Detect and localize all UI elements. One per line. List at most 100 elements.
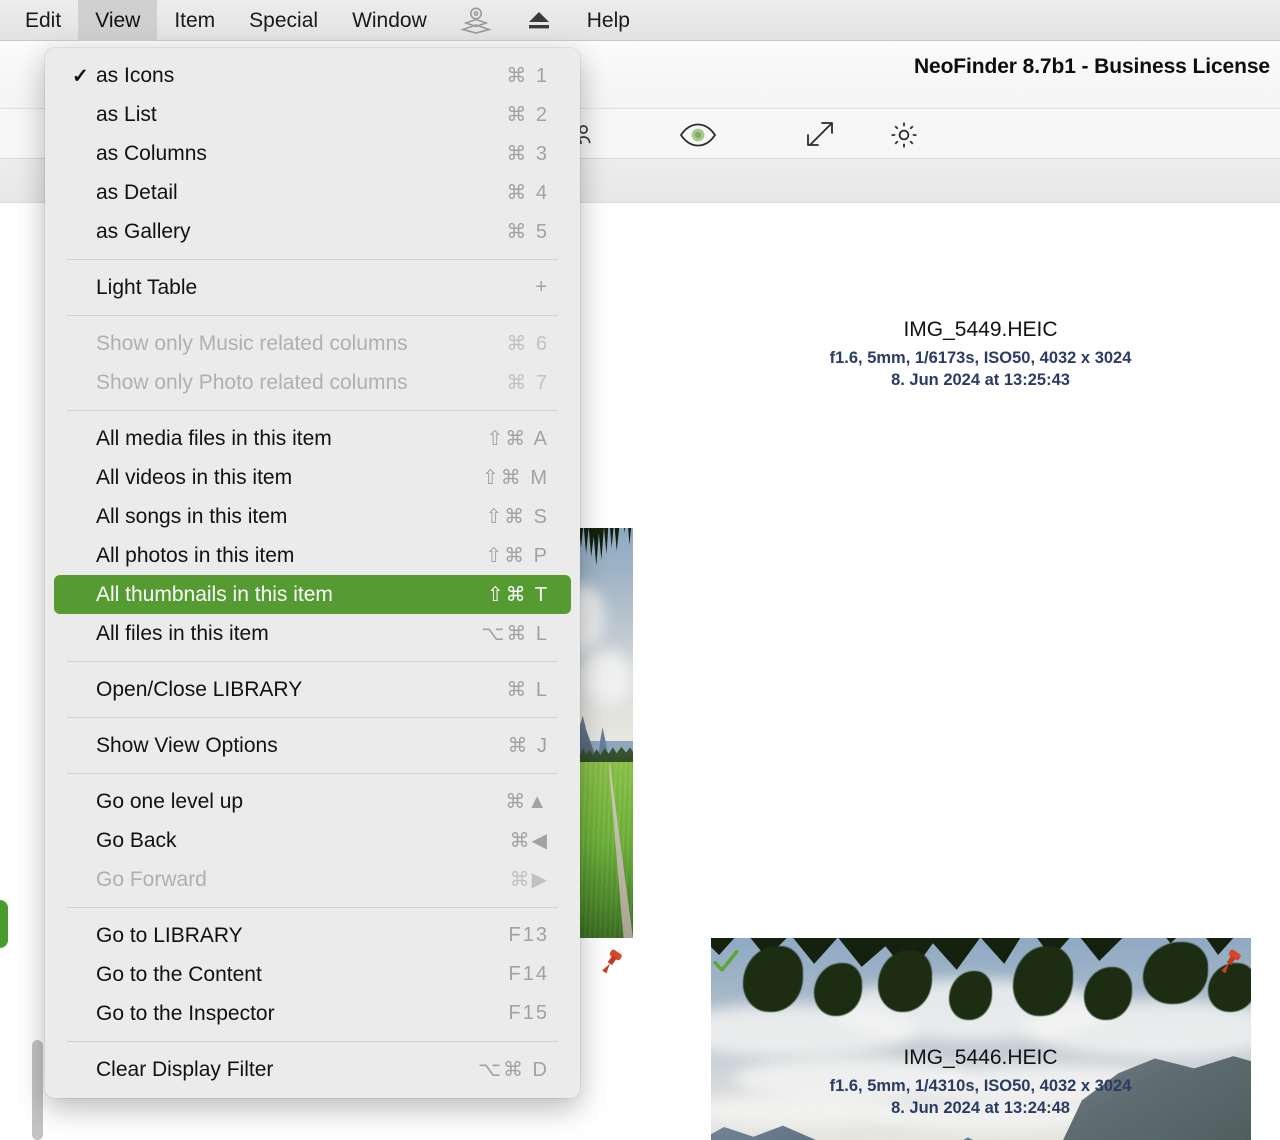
menu-bar[interactable]: Edit View Item Special Window Help	[0, 0, 1280, 41]
menu-item-label: All media files in this item	[96, 427, 486, 451]
content-item-cell[interactable]: IMG_5449.HEIC f1.6, 5mm, 1/6173s, ISO50,…	[711, 318, 1250, 390]
menu-item[interactable]: Go to the ContentF14	[54, 955, 571, 994]
expand-icon[interactable]	[798, 117, 842, 153]
menu-item-label: Show only Photo related columns	[96, 371, 489, 395]
menu-item[interactable]: as List⌘ 2	[54, 95, 571, 134]
menu-item[interactable]: Go Back⌘◀	[54, 821, 571, 860]
check-mark-marker[interactable]	[711, 947, 741, 977]
menu-item-shortcut: ⇧⌘ M	[482, 465, 549, 490]
scrollbar-thumb[interactable]	[32, 1040, 43, 1140]
menu-item-label: Go to the Content	[96, 963, 489, 987]
menu-item[interactable]: Go one level up⌘▲	[54, 782, 571, 821]
file-exif: f1.6, 5mm, 1/6173s, ISO50, 4032 x 3024	[711, 349, 1250, 368]
menu-item-label: Light Table	[96, 276, 489, 300]
menu-item[interactable]: All videos in this item⇧⌘ M	[54, 458, 571, 497]
vertical-scrollbar[interactable]	[32, 1040, 44, 1140]
menu-item[interactable]: All photos in this item⇧⌘ P	[54, 536, 571, 575]
menu-item-label: Go Back	[96, 829, 489, 853]
menu-item-label: All thumbnails in this item	[96, 583, 487, 607]
app-root: NeoFinder 8.7b1 - Business License	[0, 0, 1280, 1140]
menu-item[interactable]: All thumbnails in this item⇧⌘ T	[54, 575, 571, 614]
file-exif: f1.6, 5mm, 1/4310s, ISO50, 4032 x 3024	[711, 1077, 1250, 1096]
window-title: NeoFinder 8.7b1 - Business License	[914, 55, 1270, 79]
menu-item-label: All files in this item	[96, 622, 481, 646]
menu-item-shortcut: ⌘ 6	[489, 331, 549, 356]
menu-item: Show only Music related columns⌘ 6	[54, 324, 571, 363]
thumbnail-partial[interactable]	[575, 528, 633, 938]
menu-item-shortcut: ⌘◀	[489, 828, 549, 853]
menu-item-shortcut: ⌘ 4	[489, 180, 549, 205]
menubar-item-edit[interactable]: Edit	[8, 0, 78, 41]
menu-item[interactable]: Light Table+	[54, 268, 571, 307]
menu-item-label: All videos in this item	[96, 466, 482, 490]
menu-item[interactable]: Clear Display Filter⌥⌘ D	[54, 1050, 571, 1089]
menu-item-label: as Icons	[96, 64, 489, 88]
menu-item[interactable]: as Gallery⌘ 5	[54, 212, 571, 251]
menu-item: Go Forward⌘▶	[54, 860, 571, 899]
menubar-item-item[interactable]: Item	[157, 0, 232, 41]
menu-item[interactable]: Open/Close LIBRARY⌘ L	[54, 670, 571, 709]
menu-item-label: All photos in this item	[96, 544, 485, 568]
menu-item-shortcut: F15	[489, 1002, 549, 1025]
gear-icon[interactable]	[882, 117, 926, 153]
menu-item-label: as Detail	[96, 181, 489, 205]
red-pin-marker[interactable]	[1215, 947, 1245, 977]
menu-item[interactable]: Go to the InspectorF15	[54, 994, 571, 1033]
menu-item-shortcut: F13	[489, 924, 549, 947]
menu-item-shortcut: +	[489, 276, 549, 299]
menu-item-shortcut: ⇧⌘ S	[485, 504, 549, 529]
menu-item-label: Go Forward	[96, 868, 489, 892]
menu-item-shortcut: ⌘ 2	[489, 102, 549, 127]
content-item-cell[interactable]: IMG_5446.HEIC f1.6, 5mm, 1/4310s, ISO50,…	[711, 1046, 1250, 1118]
landscape-illustration-partial	[575, 528, 633, 938]
menu-item[interactable]: All files in this item⌥⌘ L	[54, 614, 571, 653]
menu-item-shortcut: ⌘ 3	[489, 141, 549, 166]
menubar-item-window[interactable]: Window	[335, 0, 444, 41]
file-name: IMG_5449.HEIC	[711, 318, 1250, 342]
menu-item-shortcut: ⌘ L	[489, 677, 549, 702]
menu-item-shortcut: ⌘▶	[489, 867, 549, 892]
menu-item-label: All songs in this item	[96, 505, 485, 529]
menu-item: Show only Photo related columns⌘ 7	[54, 363, 571, 402]
red-pin-marker[interactable]	[596, 947, 626, 977]
menu-item-label: Clear Display Filter	[96, 1058, 478, 1082]
menu-item-label: Show View Options	[96, 734, 489, 758]
menu-separator	[67, 259, 558, 260]
menu-item-shortcut: F14	[489, 963, 549, 986]
check-icon: ✓	[72, 63, 89, 88]
menu-item[interactable]: All songs in this item⇧⌘ S	[54, 497, 571, 536]
menubar-item-view[interactable]: View	[78, 0, 157, 41]
menu-item[interactable]: Go to LIBRARYF13	[54, 916, 571, 955]
view-dropdown-menu[interactable]: ✓as Icons⌘ 1as List⌘ 2as Columns⌘ 3as De…	[45, 48, 580, 1098]
menubar-item-special[interactable]: Special	[232, 0, 335, 41]
menu-separator	[67, 315, 558, 316]
burn-disc-icon[interactable]	[444, 0, 508, 41]
menu-separator	[67, 717, 558, 718]
menu-separator	[67, 661, 558, 662]
menu-item-label: as List	[96, 103, 489, 127]
color-tag-indicator[interactable]	[0, 900, 8, 948]
menu-item-label: Open/Close LIBRARY	[96, 678, 489, 702]
menu-item[interactable]: as Columns⌘ 3	[54, 134, 571, 173]
menubar-item-help[interactable]: Help	[570, 0, 647, 41]
menu-item[interactable]: Show View Options⌘ J	[54, 726, 571, 765]
menu-separator	[67, 410, 558, 411]
menu-item[interactable]: ✓ as Icons⌘ 1	[54, 56, 571, 95]
menu-item-shortcut: ⌘ J	[489, 733, 549, 758]
menu-separator	[67, 907, 558, 908]
file-date: 8. Jun 2024 at 13:25:43	[711, 371, 1250, 390]
menu-item-shortcut: ⇧⌘ T	[487, 582, 549, 607]
menu-item-label: as Gallery	[96, 220, 489, 244]
menu-item-label: as Columns	[96, 142, 489, 166]
eject-icon[interactable]	[508, 0, 570, 41]
menu-item[interactable]: All media files in this item⇧⌘ A	[54, 419, 571, 458]
menu-separator	[67, 1041, 558, 1042]
menu-separator	[67, 773, 558, 774]
file-date: 8. Jun 2024 at 13:24:48	[711, 1099, 1250, 1118]
menu-item-shortcut: ⇧⌘ A	[486, 426, 549, 451]
menu-item[interactable]: as Detail⌘ 4	[54, 173, 571, 212]
eye-icon[interactable]	[676, 117, 720, 153]
menu-item-shortcut: ⌘ 1	[489, 63, 549, 88]
menu-item-shortcut: ⌥⌘ D	[478, 1057, 549, 1082]
menu-item-label: Show only Music related columns	[96, 332, 489, 356]
